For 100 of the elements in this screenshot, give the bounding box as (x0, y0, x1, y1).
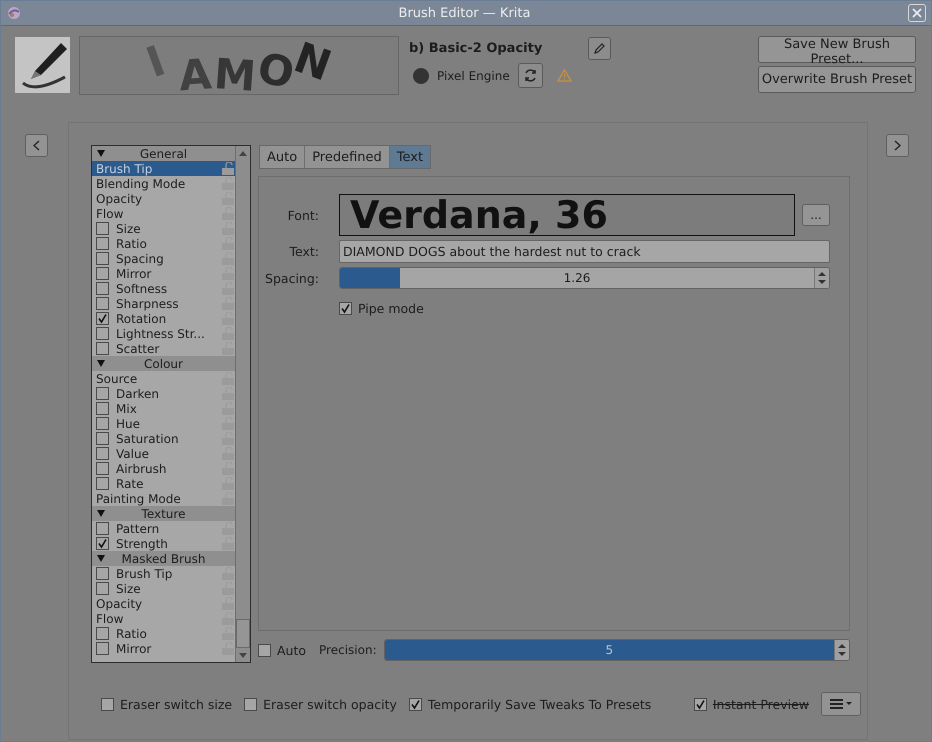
edit-name-button[interactable] (588, 36, 611, 60)
brush-tip-tab[interactable]: Text (390, 146, 430, 168)
option-checkbox[interactable] (96, 297, 109, 310)
lock-icon (222, 252, 234, 265)
option-label: Eraser switch opacity (263, 696, 397, 712)
option-item[interactable]: Sharpness (92, 296, 235, 311)
pipe-mode-checkbox[interactable] (339, 302, 352, 315)
lock-icon (222, 642, 234, 655)
option-checkbox[interactable] (96, 327, 109, 340)
save-preset-button[interactable]: Save New Brush Preset... (758, 36, 916, 63)
option-item[interactable]: Brush Tip (92, 566, 235, 581)
previous-button[interactable] (25, 134, 48, 157)
option-item[interactable]: Scatter (92, 341, 235, 356)
option-checkbox[interactable] (694, 698, 707, 710)
option-item[interactable]: Painting Mode (92, 491, 235, 506)
option-checkbox[interactable] (96, 402, 109, 415)
option-item[interactable]: Ratio (92, 236, 235, 251)
option-checkbox[interactable] (96, 387, 109, 400)
auto-checkbox[interactable] (258, 644, 271, 656)
option-checkbox[interactable] (96, 627, 109, 640)
option-item[interactable]: Source (92, 371, 235, 386)
option-item[interactable]: Softness (92, 281, 235, 296)
font-preview: Verdana, 36 (339, 194, 795, 236)
option-item[interactable]: Ratio (92, 626, 235, 641)
option-checkbox[interactable] (96, 312, 109, 325)
text-input-field[interactable]: DIAMOND DOGS about the hardest nut to crack (339, 240, 830, 263)
option-item[interactable]: Saturation (92, 431, 235, 446)
chevron-right-icon (894, 140, 901, 151)
option-item[interactable]: Value (92, 446, 235, 461)
next-button[interactable] (886, 134, 909, 157)
option-checkbox[interactable] (96, 282, 109, 295)
lock-icon (222, 432, 234, 445)
scrollbar[interactable] (235, 146, 250, 662)
menu-icon (830, 699, 852, 709)
option-checkbox[interactable] (96, 642, 109, 655)
option-label: Temporarily Save Tweaks To Presets (428, 696, 652, 712)
option-item[interactable]: Mix (92, 401, 235, 416)
scrollbar-thumb[interactable] (236, 619, 250, 648)
option-label: Eraser switch size (120, 696, 232, 712)
close-button[interactable] (908, 4, 926, 22)
option-item[interactable]: Pattern (92, 521, 235, 536)
option-item[interactable]: Brush Tip (92, 161, 235, 176)
lock-icon (222, 477, 234, 490)
precision-slider[interactable]: 5 (384, 639, 850, 661)
option-item[interactable]: Opacity (92, 596, 235, 611)
option-item[interactable]: Strength (92, 536, 235, 551)
option-checkbox[interactable] (96, 432, 109, 445)
option-item[interactable]: Rotation (92, 311, 235, 326)
option-item[interactable]: Size (92, 581, 235, 596)
option-item[interactable]: Darken (92, 386, 235, 401)
option-checkbox[interactable] (96, 417, 109, 430)
option-checkbox[interactable] (96, 222, 109, 235)
option-checkbox[interactable] (101, 698, 114, 710)
lock-icon (222, 417, 234, 430)
brush-thumbnail (15, 37, 70, 93)
option-checkbox[interactable] (96, 537, 109, 550)
spacing-slider[interactable]: 1.26 (339, 267, 830, 289)
option-item[interactable]: Lightness Str... (92, 326, 235, 341)
option-checkbox[interactable] (96, 237, 109, 250)
reload-button[interactable] (518, 63, 543, 88)
option-checkbox[interactable] (96, 447, 109, 460)
lock-icon (222, 267, 234, 280)
overwrite-preset-button[interactable]: Overwrite Brush Preset (758, 66, 916, 93)
spin-arrows-icon (818, 271, 826, 285)
app-logo-icon (7, 6, 21, 20)
option-checkbox[interactable] (96, 252, 109, 265)
engine-label: Pixel Engine (437, 68, 510, 82)
preset-name: b) Basic-2 Opacity (409, 40, 544, 56)
lock-icon (222, 282, 234, 295)
option-checkbox[interactable] (96, 462, 109, 475)
option-checkbox[interactable] (244, 698, 258, 710)
lock-icon (222, 327, 234, 340)
option-item[interactable]: Flow (92, 611, 235, 626)
menu-button[interactable] (821, 692, 861, 716)
option-checkbox[interactable] (96, 477, 109, 490)
option-checkbox[interactable] (96, 522, 109, 535)
option-item[interactable]: Spacing (92, 251, 235, 266)
reload-icon (522, 68, 538, 83)
brush-tip-tab[interactable]: Auto (260, 146, 306, 168)
option-item[interactable]: Rate (92, 476, 235, 491)
option-item[interactable]: Opacity (92, 191, 235, 206)
option-checkbox[interactable] (96, 342, 109, 355)
option-item[interactable]: Hue (92, 416, 235, 431)
option-checkbox[interactable] (408, 698, 422, 710)
lock-icon (222, 222, 234, 235)
option-item[interactable]: Blending Mode (92, 176, 235, 191)
option-item[interactable]: Size (92, 221, 235, 236)
lock-icon (222, 627, 234, 640)
option-item[interactable]: Airbrush (92, 461, 235, 476)
option-checkbox[interactable] (96, 267, 109, 280)
preview-letter: A (178, 52, 214, 94)
scroll-down-icon (239, 652, 247, 658)
option-item[interactable]: Mirror (92, 641, 235, 656)
auto-label: Auto (277, 642, 306, 658)
option-item[interactable]: Flow (92, 206, 235, 221)
option-checkbox[interactable] (96, 582, 109, 595)
option-item[interactable]: Mirror (92, 266, 235, 281)
brush-tip-tab[interactable]: Predefined (305, 146, 390, 168)
option-checkbox[interactable] (96, 567, 109, 580)
choose-font-button[interactable]: ... (802, 204, 830, 226)
